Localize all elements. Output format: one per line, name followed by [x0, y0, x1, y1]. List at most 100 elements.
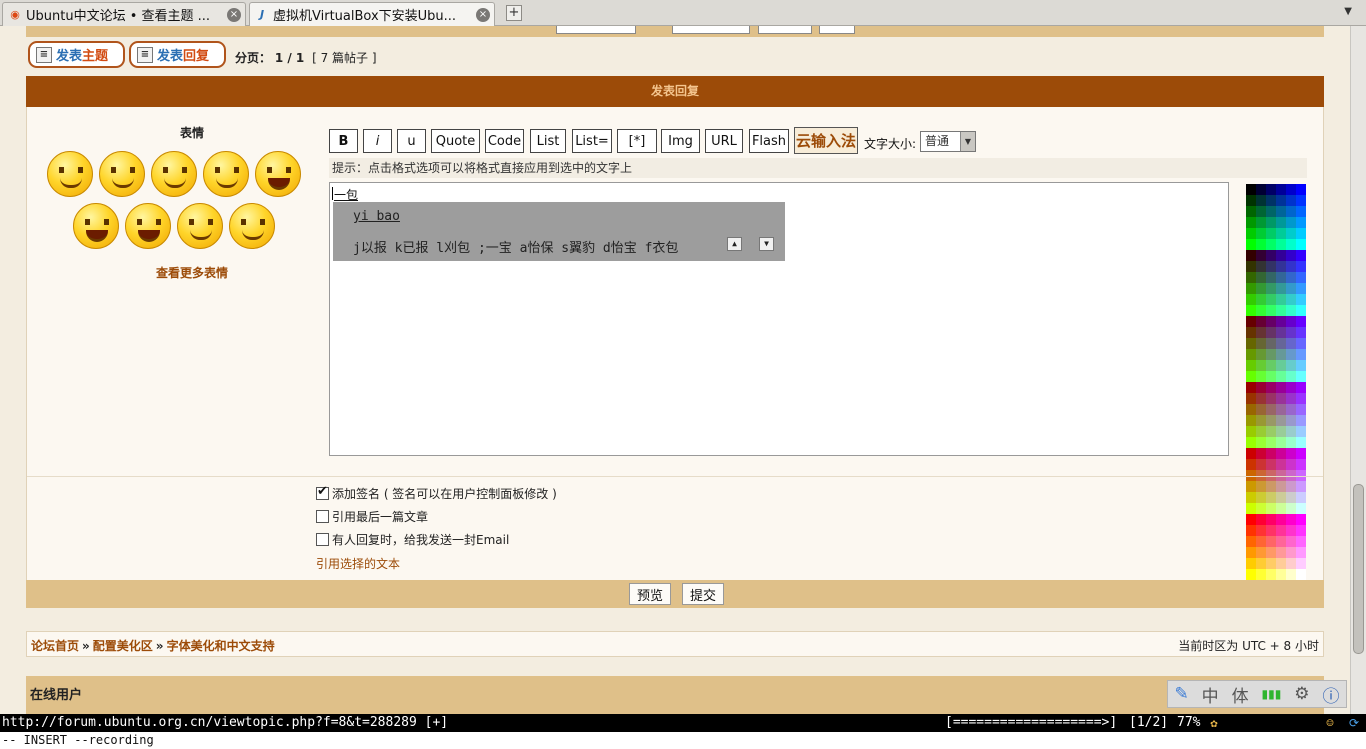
color-swatch[interactable]	[1246, 217, 1256, 228]
color-swatch[interactable]	[1276, 316, 1286, 327]
color-swatch[interactable]	[1246, 316, 1256, 327]
color-swatch[interactable]	[1286, 481, 1296, 492]
color-swatch[interactable]	[1276, 558, 1286, 569]
quote-last-checkbox[interactable]	[316, 510, 329, 523]
notify-checkbox[interactable]	[316, 533, 329, 546]
color-palette[interactable]	[1246, 184, 1306, 580]
color-swatch[interactable]	[1266, 426, 1276, 437]
color-swatch[interactable]	[1256, 316, 1266, 327]
color-swatch[interactable]	[1246, 558, 1256, 569]
color-swatch[interactable]	[1286, 261, 1296, 272]
list-eq-button[interactable]: List=	[572, 129, 612, 153]
color-swatch[interactable]	[1246, 195, 1256, 206]
color-swatch[interactable]	[1256, 525, 1266, 536]
color-swatch[interactable]	[1286, 448, 1296, 459]
close-icon[interactable]: ×	[227, 7, 241, 22]
color-swatch[interactable]	[1296, 217, 1306, 228]
color-swatch[interactable]	[1246, 360, 1256, 371]
color-swatch[interactable]	[1286, 437, 1296, 448]
tab-virtualbox[interactable]: J 虚拟机VirtualBox下安装Ubu... ×	[249, 2, 495, 26]
color-swatch[interactable]	[1276, 250, 1286, 261]
color-swatch[interactable]	[1246, 536, 1256, 547]
color-swatch[interactable]	[1276, 514, 1286, 525]
list-button[interactable]: List	[530, 129, 566, 153]
color-swatch[interactable]	[1246, 371, 1256, 382]
color-swatch[interactable]	[1276, 415, 1286, 426]
quote-selected-link[interactable]: 引用选择的文本	[316, 555, 400, 572]
color-swatch[interactable]	[1276, 184, 1286, 195]
color-swatch[interactable]	[1256, 547, 1266, 558]
color-swatch[interactable]	[1266, 228, 1276, 239]
color-swatch[interactable]	[1246, 437, 1256, 448]
color-swatch[interactable]	[1266, 415, 1276, 426]
color-swatch[interactable]	[1286, 371, 1296, 382]
color-swatch[interactable]	[1246, 338, 1256, 349]
color-swatch[interactable]	[1286, 558, 1296, 569]
quote-button[interactable]: Quote	[431, 129, 480, 153]
color-swatch[interactable]	[1276, 195, 1286, 206]
color-swatch[interactable]	[1266, 547, 1276, 558]
color-swatch[interactable]	[1296, 261, 1306, 272]
color-swatch[interactable]	[1246, 261, 1256, 272]
tab-list-chevron-icon[interactable]: ▼	[1344, 6, 1352, 17]
color-swatch[interactable]	[1296, 272, 1306, 283]
url-button[interactable]: URL	[705, 129, 743, 153]
ime-candidates[interactable]: j以报 k已报 l刈包 ;一宝 a怡保 s翼豹 d怡宝 f衣包	[353, 237, 678, 256]
color-swatch[interactable]	[1246, 492, 1256, 503]
color-swatch[interactable]	[1266, 448, 1276, 459]
color-swatch[interactable]	[1276, 393, 1286, 404]
color-swatch[interactable]	[1276, 481, 1286, 492]
ime-fullwidth-mode[interactable]: 体	[1232, 682, 1249, 707]
color-swatch[interactable]	[1246, 250, 1256, 261]
color-swatch[interactable]	[1296, 492, 1306, 503]
color-swatch[interactable]	[1256, 360, 1266, 371]
color-swatch[interactable]	[1266, 305, 1276, 316]
smiley-tongue-icon[interactable]	[99, 151, 145, 197]
ime-page-up-icon[interactable]: ▲	[727, 237, 742, 251]
color-swatch[interactable]	[1276, 261, 1286, 272]
color-swatch[interactable]	[1246, 327, 1256, 338]
color-swatch[interactable]	[1286, 393, 1296, 404]
color-swatch[interactable]	[1266, 206, 1276, 217]
color-swatch[interactable]	[1266, 272, 1276, 283]
color-swatch[interactable]	[1286, 514, 1296, 525]
color-swatch[interactable]	[1256, 228, 1266, 239]
color-swatch[interactable]	[1246, 294, 1256, 305]
color-swatch[interactable]	[1246, 514, 1256, 525]
info-icon[interactable]: ⓘ	[1322, 682, 1339, 707]
color-swatch[interactable]	[1256, 558, 1266, 569]
sort-select-partial[interactable]	[672, 26, 750, 34]
color-swatch[interactable]	[1276, 492, 1286, 503]
breadcrumb-home[interactable]: 论坛首页	[31, 639, 79, 653]
color-swatch[interactable]	[1266, 393, 1276, 404]
color-swatch[interactable]	[1296, 514, 1306, 525]
preview-button[interactable]: 预览	[629, 583, 671, 605]
color-swatch[interactable]	[1266, 536, 1276, 547]
color-swatch[interactable]	[1276, 206, 1286, 217]
color-swatch[interactable]	[1296, 294, 1306, 305]
color-swatch[interactable]	[1246, 382, 1256, 393]
color-swatch[interactable]	[1256, 305, 1266, 316]
color-swatch[interactable]	[1266, 459, 1276, 470]
color-swatch[interactable]	[1266, 558, 1276, 569]
color-swatch[interactable]	[1266, 514, 1276, 525]
color-swatch[interactable]	[1286, 492, 1296, 503]
color-swatch[interactable]	[1296, 558, 1306, 569]
color-swatch[interactable]	[1286, 316, 1296, 327]
color-swatch[interactable]	[1296, 415, 1306, 426]
color-swatch[interactable]	[1276, 228, 1286, 239]
color-swatch[interactable]	[1266, 294, 1276, 305]
color-swatch[interactable]	[1296, 206, 1306, 217]
color-swatch[interactable]	[1266, 217, 1276, 228]
color-swatch[interactable]	[1266, 195, 1276, 206]
color-swatch[interactable]	[1276, 437, 1286, 448]
color-swatch[interactable]	[1256, 250, 1266, 261]
list-item-button[interactable]: [*]	[617, 129, 657, 153]
more-emoticons-link[interactable]: 查看更多表情	[137, 264, 247, 281]
color-swatch[interactable]	[1276, 382, 1286, 393]
color-swatch[interactable]	[1246, 272, 1256, 283]
color-swatch[interactable]	[1286, 459, 1296, 470]
color-swatch[interactable]	[1246, 393, 1256, 404]
color-swatch[interactable]	[1296, 250, 1306, 261]
img-button[interactable]: Img	[661, 129, 700, 153]
